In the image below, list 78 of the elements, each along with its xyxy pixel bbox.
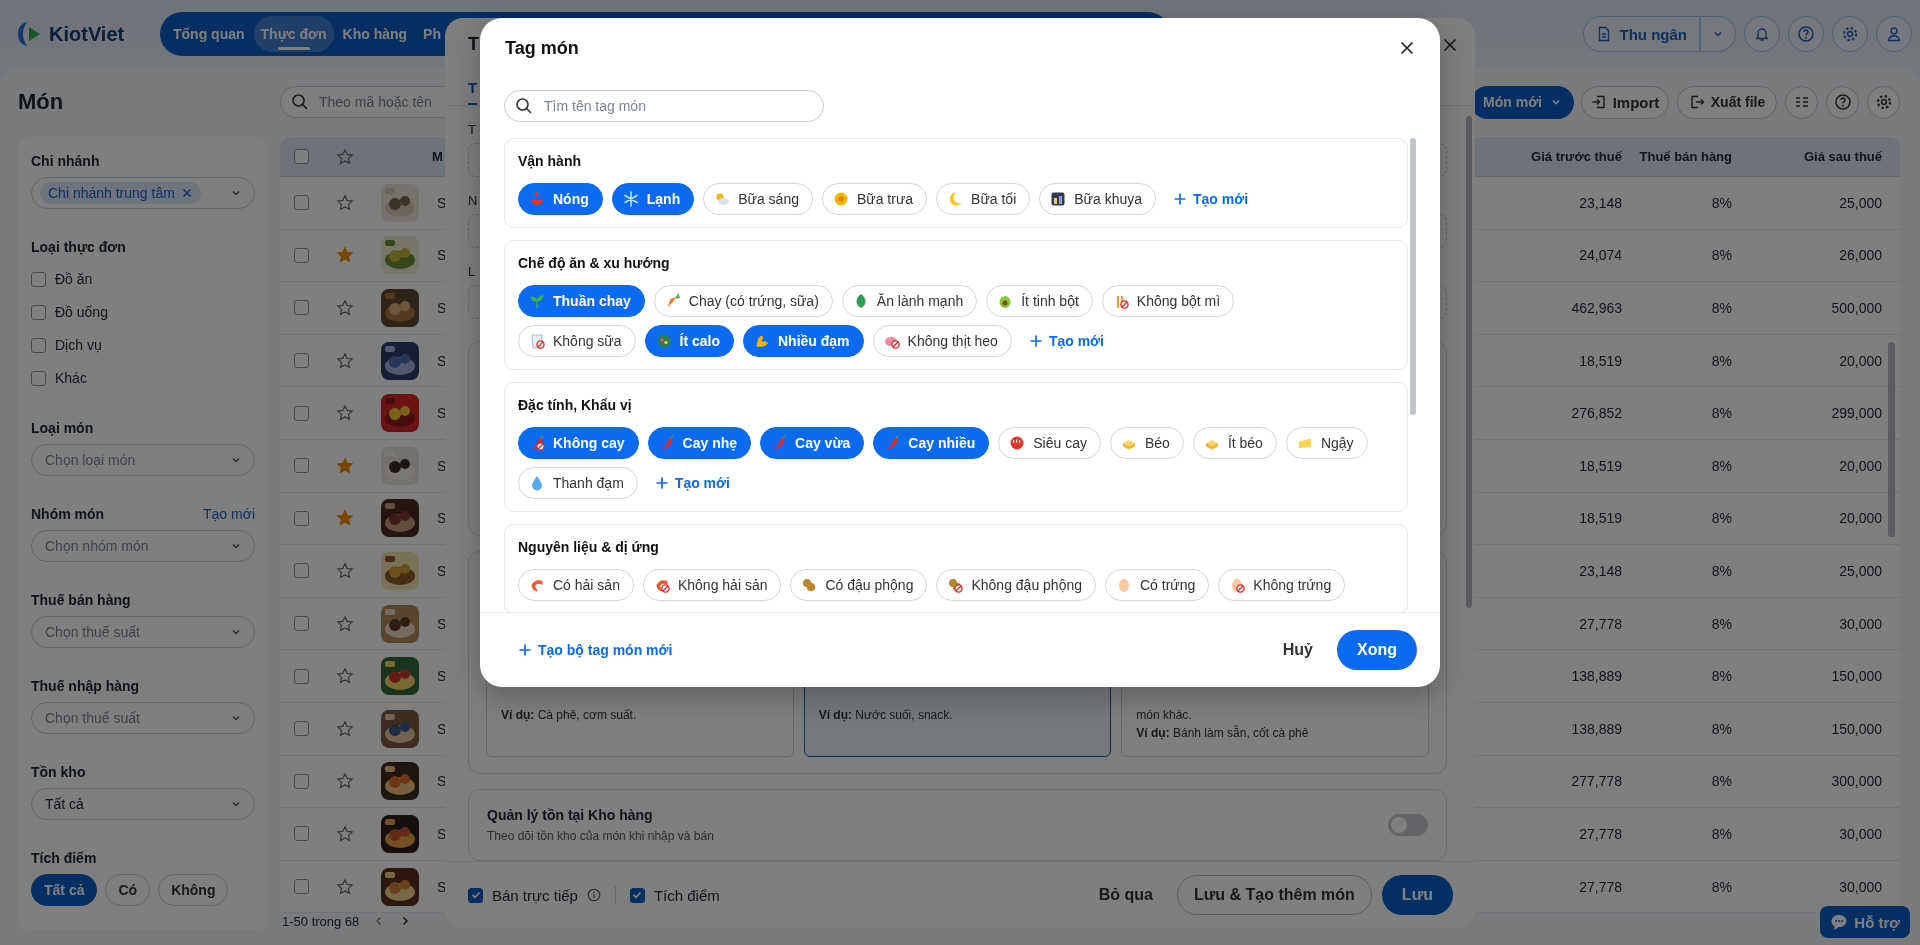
table-cell: 8% xyxy=(1711,615,1732,632)
filter-label: Loại món xyxy=(31,420,94,436)
table-cell: 8% xyxy=(1711,562,1732,579)
table-cell: 18,519 xyxy=(1579,510,1622,527)
card-text: Ví dụ: Cà phê, cơm suất. xyxy=(501,708,637,723)
column-header: Giá sau thuế xyxy=(1802,148,1883,166)
checkbox-label: Khác xyxy=(55,370,87,386)
table-cell: 277,778 xyxy=(1571,773,1622,790)
table-cell: 300,000 xyxy=(1831,773,1882,790)
column-header: Thuế bán hàng xyxy=(1638,148,1733,166)
table-cell: 276,852 xyxy=(1571,405,1622,422)
table-cell: 18,519 xyxy=(1579,457,1622,474)
table-cell: 25,000 xyxy=(1839,562,1882,579)
table-cell: 25,000 xyxy=(1839,194,1882,211)
table-cell: 8% xyxy=(1711,300,1732,316)
filter-label: Tích điểm xyxy=(31,850,98,866)
checkbox-label: Dịch vụ xyxy=(55,337,102,353)
table-cell: 8% xyxy=(1711,510,1732,527)
table-cell: 8% xyxy=(1711,878,1732,895)
table-cell: 30,000 xyxy=(1839,878,1882,895)
table-cell: 27,778 xyxy=(1579,878,1622,895)
card-text: Ví dụ: Bánh làm sẵn, cốt cà phê xyxy=(1136,726,1309,741)
checkbox-label: Tích điểm xyxy=(653,886,720,904)
table-cell: 8% xyxy=(1711,247,1732,264)
table-cell: 299,000 xyxy=(1831,405,1882,422)
table-cell: 30,000 xyxy=(1839,825,1882,842)
dialog-title: Tag món xyxy=(505,37,579,59)
filter-label: Tồn kho xyxy=(31,764,86,780)
table-cell: 8% xyxy=(1711,773,1732,790)
table-cell: 30,000 xyxy=(1839,615,1882,632)
column-header: M xyxy=(432,149,443,164)
table-cell: 8% xyxy=(1711,825,1732,842)
table-cell: 462,963 xyxy=(1571,300,1622,316)
table-cell: 18,519 xyxy=(1579,352,1622,369)
column-header: Giá trước thuế xyxy=(1530,148,1623,166)
section-title: Quản lý tồn tại Kho hàng xyxy=(487,807,654,824)
table-cell: 20,000 xyxy=(1839,510,1882,527)
table-cell: 27,778 xyxy=(1579,615,1622,632)
table-cell: 26,000 xyxy=(1839,247,1882,264)
group-title: Vận hành xyxy=(518,152,582,171)
table-cell: 138,889 xyxy=(1571,668,1622,685)
table-cell: 500,000 xyxy=(1831,300,1882,316)
table-cell: 138,889 xyxy=(1571,720,1622,737)
filter-label: Thuế nhập hàng xyxy=(31,678,140,694)
filter-label: Loại thực đơn xyxy=(31,239,127,255)
group-title: Nguyên liệu & dị ứng xyxy=(518,538,660,557)
table-cell: 150,000 xyxy=(1831,668,1882,685)
table-cell: 20,000 xyxy=(1839,352,1882,369)
filter-label: Thuế bán hàng xyxy=(31,592,131,608)
table-cell: 8% xyxy=(1711,668,1732,685)
section-description: Theo dõi tồn kho của món khi nhập và bán xyxy=(487,829,714,844)
dialog-title: T xyxy=(468,34,479,56)
card-text: Ví dụ: Nước suối, snack. xyxy=(818,708,953,723)
table-cell: 8% xyxy=(1711,720,1732,737)
page-title: Món xyxy=(18,89,64,115)
field-label: L xyxy=(468,264,476,280)
group-title: Chế độ ăn & xu hướng xyxy=(518,254,671,273)
table-cell: 8% xyxy=(1711,194,1732,211)
field-label: T xyxy=(468,122,476,138)
table-cell: 24,074 xyxy=(1579,247,1622,264)
table-cell: 8% xyxy=(1711,352,1732,369)
checkbox-label: Đồ uống xyxy=(55,304,108,320)
table-cell: 150,000 xyxy=(1831,720,1882,737)
group-title: Đặc tính, Khẩu vị xyxy=(518,396,633,415)
table-cell: 8% xyxy=(1711,405,1732,422)
pagination-text: 1-50 trong 68 xyxy=(282,913,360,929)
field-label: N xyxy=(468,193,478,209)
checkbox-label: Bán trực tiếp xyxy=(492,886,578,904)
checkbox-label: Đồ ăn xyxy=(55,271,93,287)
table-cell: 20,000 xyxy=(1839,457,1882,474)
table-cell: 23,148 xyxy=(1579,562,1622,579)
filter-label: Nhóm món xyxy=(31,506,105,522)
filter-label: Chi nhánh xyxy=(31,153,101,169)
table-cell: 23,148 xyxy=(1579,194,1622,211)
table-cell: 27,778 xyxy=(1579,825,1622,842)
logo-text: KiotViet xyxy=(49,22,125,46)
card-text: món khác. xyxy=(1136,708,1192,723)
table-cell: 8% xyxy=(1711,457,1732,474)
